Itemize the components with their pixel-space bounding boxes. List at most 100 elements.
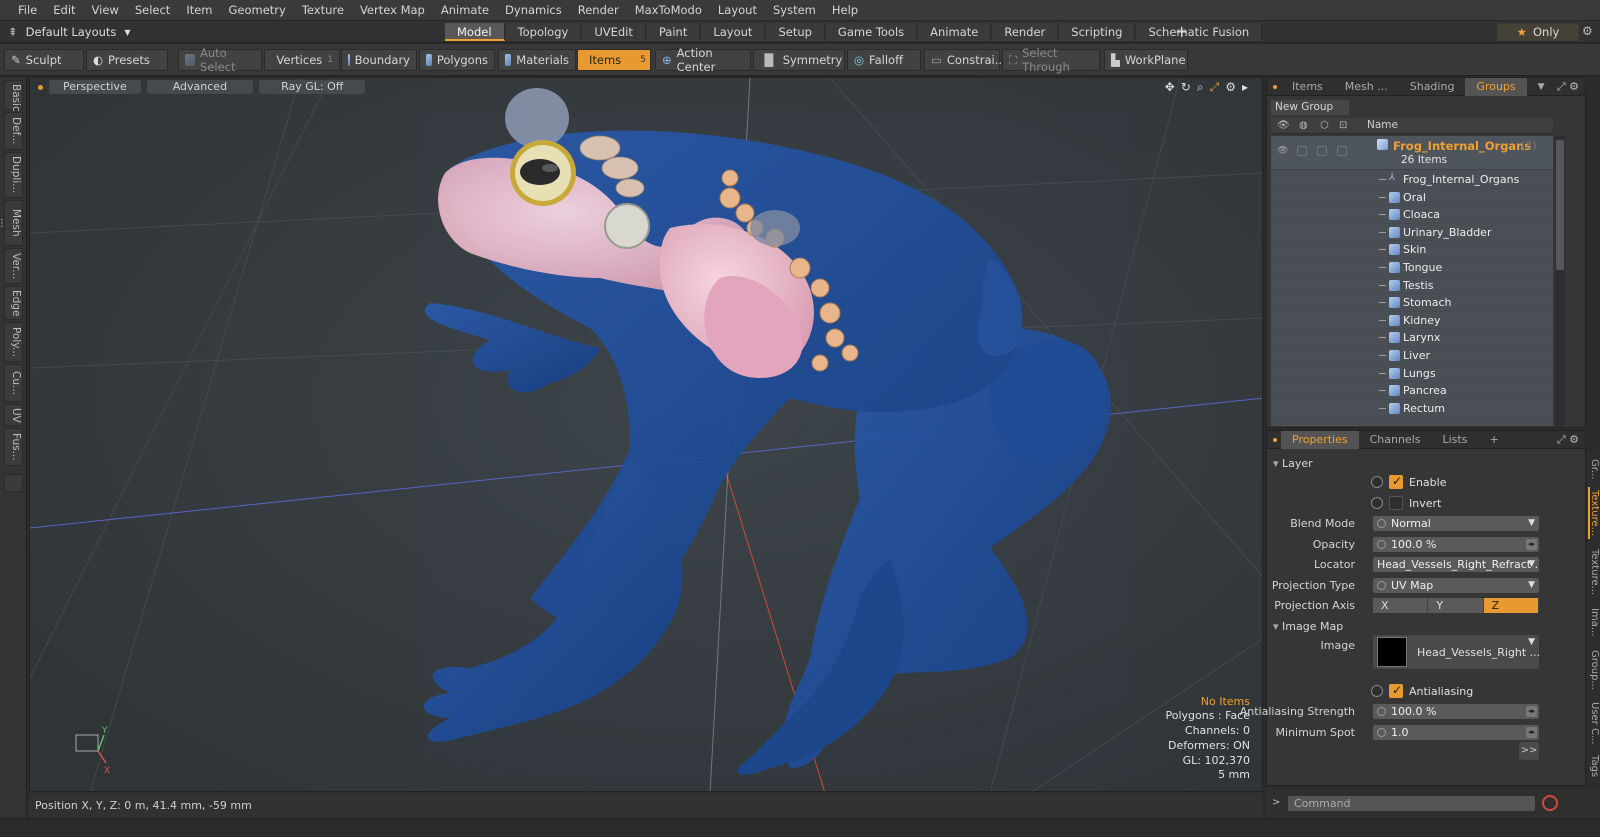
tab-schematic-fusion[interactable]: Schematic Fusion [1136,23,1263,41]
invert-row[interactable]: Invert [1371,495,1441,511]
presets-button[interactable]: ◐ Presets [86,49,168,71]
axis-y-button[interactable]: Y [1428,598,1484,613]
panel-expand-icon[interactable]: ⤢ ⚙ [1557,433,1579,447]
list-item[interactable]: Testis [1271,277,1553,295]
list-item[interactable]: ⅄ Frog_Internal_Organs [1271,171,1553,189]
scrollbar-thumb[interactable] [1556,140,1564,270]
tab-groups[interactable]: Groups [1465,77,1527,96]
left-tab-basic[interactable]: Basic [4,80,23,112]
menu-edit[interactable]: Edit [45,0,83,21]
eye-icon[interactable]: 👁 [1277,146,1288,156]
items-button[interactable]: Items 5 [577,49,651,71]
vertices-button[interactable]: Vertices 1 [264,49,340,71]
projection-type-select[interactable]: UV Map ▼ [1373,578,1539,593]
antialiasing-row[interactable]: Antialiasing [1371,683,1473,699]
menu-render[interactable]: Render [570,0,627,21]
name-column-header[interactable]: Name [1367,119,1398,131]
list-item[interactable]: Tongue [1271,259,1553,277]
locator-select[interactable]: Head_Vessels_Right_Refract ... ▼ [1373,557,1539,572]
lock-toggle[interactable] [1317,146,1327,156]
enable-row[interactable]: Enable [1371,474,1446,490]
menu-vertex-map[interactable]: Vertex Map [352,0,433,21]
tab-channels[interactable]: Channels [1359,431,1432,449]
tab-paint[interactable]: Paint [646,23,701,41]
sculpt-button[interactable]: ✎ Sculpt [4,49,84,71]
tab-lists[interactable]: Lists [1432,431,1479,449]
list-item[interactable]: Liver [1271,347,1553,365]
antialiasing-checkbox[interactable] [1389,683,1403,698]
menu-texture[interactable]: Texture [294,0,352,21]
tab-layout[interactable]: Layout [701,23,766,41]
gear-icon[interactable]: ⚙ [1582,24,1593,38]
list-item[interactable]: Cloaca [1271,206,1553,224]
select-through-button[interactable]: ⛶ Select Through [1002,46,1100,74]
right-tab-tags[interactable]: Tags [1588,751,1600,781]
viewport-arrow-icon[interactable]: ▸ [1242,80,1248,95]
menu-layout[interactable]: Layout [710,0,765,21]
lock-column-icon[interactable]: ⬡ [1320,120,1332,132]
menu-animate[interactable]: Animate [433,0,497,21]
frog-scene[interactable]: Y X [30,78,1263,792]
raygl-button[interactable]: Ray GL: Off [259,80,366,94]
only-button[interactable]: ★ Only [1497,23,1579,41]
materials-button[interactable]: Materials [498,49,576,71]
render-column-icon[interactable]: ◍ [1299,120,1311,132]
shading-mode-button[interactable]: Advanced [146,80,254,94]
viewport-gear-icon[interactable]: ⚙ [1225,80,1236,95]
menu-system[interactable]: System [765,0,824,21]
zoom-icon[interactable]: ⌕ [1197,80,1204,95]
panel-expand-icon[interactable]: ⤢ ⚙ [1557,80,1579,94]
rotate-icon[interactable]: ↻ [1181,80,1191,95]
menu-geometry[interactable]: Geometry [221,0,294,21]
panel-menu-dot[interactable] [1273,437,1277,442]
workplane-button[interactable]: ▙ WorkPlane [1104,49,1188,71]
list-item[interactable]: Pancrea [1271,382,1553,400]
add-tab-icon[interactable]: + [1478,431,1509,449]
left-tab-duplicate[interactable]: Dupli... [4,152,23,198]
pan-icon[interactable]: ✥ [1165,80,1175,95]
right-tab-image[interactable]: Ima... [1588,603,1600,641]
more-options-button[interactable]: >> [1519,742,1539,760]
action-center-button[interactable]: ⊕ Action Center [655,46,751,74]
layout-dropdown[interactable]: ⇞ Default Layouts ▼ [8,24,131,40]
new-group-button[interactable]: New Group [1271,100,1349,115]
tab-animate[interactable]: Animate [918,23,992,41]
select-toggle[interactable] [1337,146,1347,156]
menu-dynamics[interactable]: Dynamics [497,0,570,21]
left-tab-vertex[interactable]: Ver... [4,248,23,284]
tab-scripting[interactable]: Scripting [1059,23,1136,41]
list-item[interactable]: Stomach [1271,294,1553,312]
menu-help[interactable]: Help [824,0,866,21]
command-input[interactable] [1288,796,1535,811]
group-row[interactable]: 👁 Frog_Internal_Organs (3) 26 Items [1271,136,1553,170]
3d-viewport[interactable]: Y X Perspective Advanced Ray GL: Off ✥ ↻… [29,77,1263,792]
tab-mesh[interactable]: Mesh ... [1334,78,1399,96]
spinner-icon[interactable]: ◂▸ [1526,706,1537,717]
enable-checkbox[interactable] [1389,474,1403,489]
right-tab-group[interactable]: Group... [1588,645,1600,695]
boundary-button[interactable]: Boundary [341,49,417,71]
list-item[interactable]: Kidney [1271,312,1553,330]
viewport-menu-dot[interactable] [38,84,43,90]
constraints-button[interactable]: ▭ Constrai... [924,49,1006,71]
left-tab-expand[interactable] [4,474,23,492]
left-tab-curve[interactable]: Cu... [4,364,23,402]
list-item[interactable]: Rectum [1271,400,1553,418]
polygons-button[interactable]: Polygons [419,49,495,71]
left-tab-mesh[interactable]: Mesh ... [0,200,23,246]
layer-section[interactable]: Layer [1273,457,1313,470]
axis-x-button[interactable]: X [1373,598,1429,613]
tab-items[interactable]: Items [1281,78,1334,96]
menu-file[interactable]: File [10,0,45,21]
tab-uvedit[interactable]: UVEdit [582,23,646,41]
antialiasing-radio[interactable] [1371,685,1383,697]
collapse-icon[interactable]: ⇞ [8,25,18,39]
aa-strength-field[interactable]: 100.0 % ◂▸ [1373,704,1539,719]
invert-checkbox[interactable] [1389,496,1403,510]
invert-radio[interactable] [1371,497,1383,509]
image-map-section[interactable]: Image Map [1273,620,1343,633]
left-tab-edge[interactable]: Edge [4,286,23,320]
left-tab-uv[interactable]: UV [4,404,23,426]
tab-render[interactable]: Render [992,23,1059,41]
render-toggle[interactable] [1297,146,1307,156]
